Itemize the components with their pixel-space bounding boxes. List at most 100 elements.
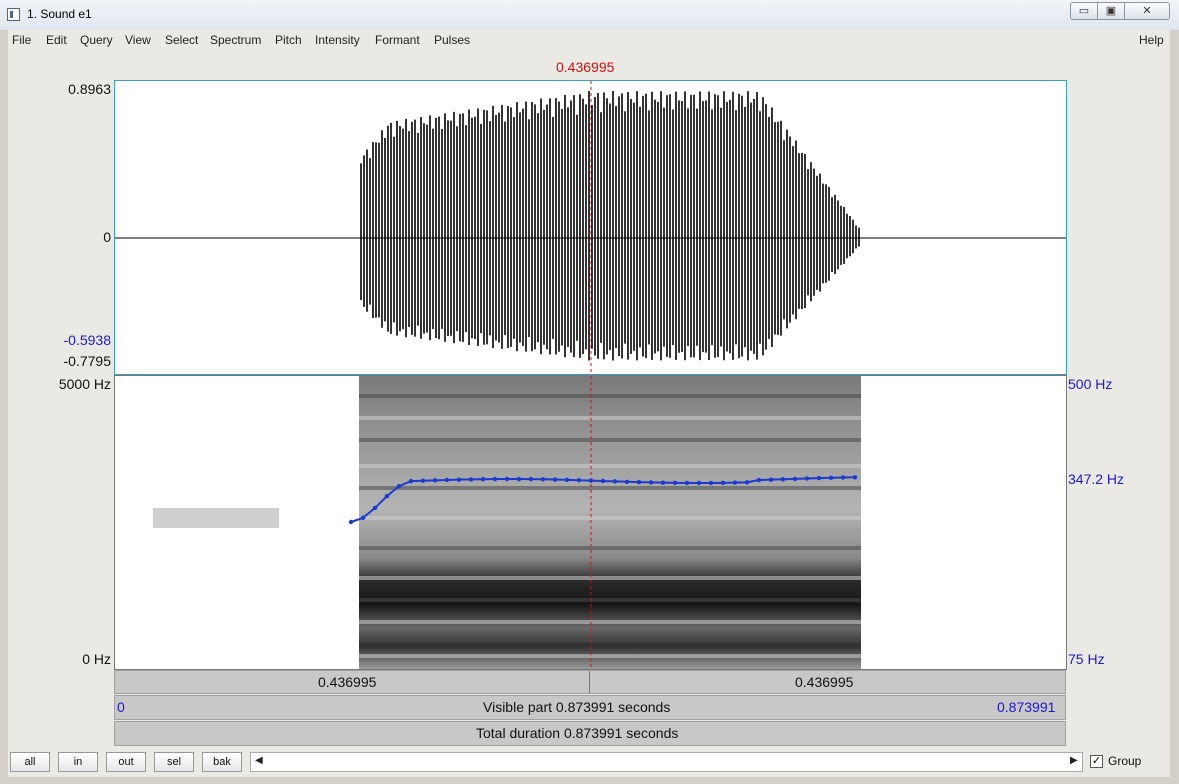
horizontal-scrollbar[interactable]: ◀ ▶ <box>250 752 1083 772</box>
maximize-button[interactable]: ▣ <box>1097 2 1125 20</box>
spectrogram-band <box>359 394 861 398</box>
spectrogram-fmax-label: 5000 Hz <box>58 376 111 392</box>
pitch-point <box>480 476 486 482</box>
zoom-out-button[interactable]: out <box>106 752 146 772</box>
spectrogram-band <box>359 598 861 602</box>
menu-pitch[interactable]: Pitch <box>275 33 302 47</box>
pitch-point <box>612 479 618 484</box>
spectrogram-band <box>359 516 861 520</box>
menu-view[interactable]: View <box>125 33 151 47</box>
pitch-point <box>732 480 738 485</box>
menu-help[interactable]: Help <box>1139 33 1164 47</box>
visible-start-label: 0 <box>117 699 125 715</box>
menu-pulses[interactable]: Pulses <box>434 33 470 47</box>
pitch-point <box>756 477 762 483</box>
pitch-point <box>708 480 714 486</box>
pitch-point <box>516 476 522 482</box>
pitch-point <box>624 479 630 484</box>
time-right-label: 0.436995 <box>795 674 854 690</box>
close-button[interactable]: ✕ <box>1124 2 1170 20</box>
praat-sound-window: 1. Sound e1 ▭ ▣ ✕ File Edit Query View S… <box>0 0 1179 784</box>
pitch-point <box>804 476 810 481</box>
pitch-point <box>828 475 834 480</box>
spectrogram-band <box>359 638 861 642</box>
pitch-point <box>528 476 534 482</box>
pitch-point <box>564 477 570 483</box>
zoom-all-button[interactable]: all <box>10 752 50 772</box>
menu-select[interactable]: Select <box>165 33 198 47</box>
pitch-max-label: 500 Hz <box>1068 376 1113 392</box>
visible-part-label: Visible part 0.873991 seconds <box>483 699 671 715</box>
menu-file[interactable]: File <box>12 33 31 47</box>
pitch-point <box>792 476 798 482</box>
menu-bar: File Edit Query View Select Spectrum Pit… <box>8 30 1170 51</box>
pitch-point <box>780 477 786 482</box>
pitch-point <box>420 478 426 483</box>
pitch-point <box>504 476 510 482</box>
menu-query[interactable]: Query <box>80 33 113 47</box>
zoom-in-button[interactable]: in <box>58 752 98 772</box>
menu-spectrum[interactable]: Spectrum <box>210 33 261 47</box>
zoom-sel-button[interactable]: sel <box>154 752 194 772</box>
pitch-point <box>636 479 642 485</box>
pitch-point <box>432 478 438 483</box>
pitch-point <box>552 477 558 482</box>
pitch-point <box>744 480 750 485</box>
pitch-point <box>456 477 462 482</box>
total-duration-label: Total duration 0.873991 seconds <box>476 725 679 741</box>
spectrogram-band <box>359 620 861 624</box>
pitch-point <box>360 515 366 521</box>
pitch-point <box>768 477 774 482</box>
spectrogram-fmin-label: 0 Hz <box>82 651 111 667</box>
spectrogram-band <box>359 416 861 420</box>
waveform-svg <box>115 81 1066 374</box>
pitch-point <box>600 478 606 484</box>
pitch-point <box>384 493 390 499</box>
pitch-point <box>576 478 582 483</box>
waveform-zero-label: 0 <box>103 229 111 245</box>
zoom-back-button[interactable]: bak <box>202 752 242 772</box>
pitch-point <box>672 480 678 486</box>
window-title: 1. Sound e1 <box>27 7 92 21</box>
scroll-left-icon[interactable]: ◀ <box>255 755 263 766</box>
visible-end-label: 0.873991 <box>997 699 1056 715</box>
time-left-label: 0.436995 <box>318 674 377 690</box>
pitch-point <box>660 480 666 485</box>
spectrogram-noise-patch <box>153 508 279 528</box>
scroll-right-icon[interactable]: ▶ <box>1070 755 1078 766</box>
pitch-point <box>696 480 702 486</box>
group-checkbox[interactable]: ✓ <box>1090 755 1103 768</box>
pitch-point <box>444 477 450 483</box>
pitch-point <box>540 477 546 482</box>
total-duration-bar[interactable]: Total duration 0.873991 seconds <box>114 721 1066 746</box>
pitch-point <box>852 475 858 480</box>
spectrogram-svg <box>153 376 861 669</box>
time-divider <box>589 671 590 693</box>
pitch-point <box>720 480 726 486</box>
waveform-cursor-value-label: -0.5938 <box>63 332 111 348</box>
pitch-point <box>684 480 690 486</box>
pitch-point <box>492 476 498 482</box>
menu-formant[interactable]: Formant <box>375 33 420 47</box>
pitch-point <box>816 475 822 481</box>
minimize-button[interactable]: ▭ <box>1070 2 1098 20</box>
menu-edit[interactable]: Edit <box>46 33 67 47</box>
pitch-point <box>408 478 414 484</box>
visible-part-bar[interactable]: 0 Visible part 0.873991 seconds 0.873991 <box>114 695 1066 720</box>
pitch-point <box>468 477 474 482</box>
waveform-ymax-label: 0.8963 <box>68 81 111 97</box>
spectrogram-band <box>359 576 861 580</box>
time-bar[interactable]: 0.436995 0.436995 <box>114 670 1066 694</box>
cursor-time-label: 0.436995 <box>556 59 615 75</box>
pitch-point <box>396 483 402 489</box>
spectrogram-band <box>359 486 861 490</box>
waveform-panel[interactable] <box>114 80 1067 375</box>
app-icon <box>7 8 20 21</box>
pitch-point <box>372 505 378 511</box>
waveform-trace <box>360 91 860 361</box>
spectrogram-panel[interactable] <box>114 375 1067 670</box>
title-bar: 1. Sound e1 ▭ ▣ ✕ <box>0 0 1179 31</box>
menu-intensity[interactable]: Intensity <box>315 33 360 47</box>
pitch-min-label: 75 Hz <box>1068 651 1105 667</box>
pitch-point <box>588 478 594 483</box>
